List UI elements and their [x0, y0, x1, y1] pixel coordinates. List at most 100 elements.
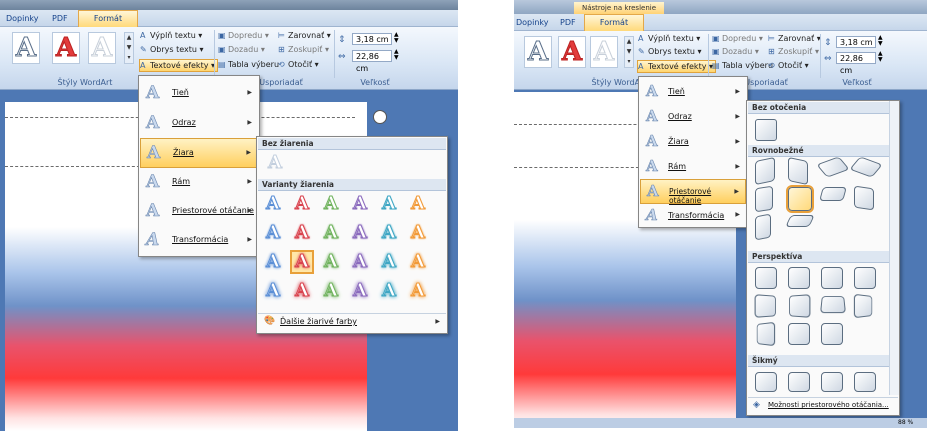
selection-pane-button[interactable]: ▤ Tabla výberu [712, 60, 773, 71]
text-outline-button[interactable]: ✎ Obrys textu ▾ [638, 46, 702, 57]
perspective-rotation-option[interactable] [821, 267, 843, 289]
tab-pdf[interactable]: PDF [560, 15, 576, 30]
perspective-rotation-option[interactable] [853, 293, 873, 319]
width-field[interactable]: 22,86 cm [352, 50, 392, 73]
height-field[interactable]: 3,18 cm [836, 36, 876, 48]
glow-variant-option[interactable]: A [379, 280, 399, 301]
glow-variant-option[interactable]: A [290, 250, 314, 274]
align-button[interactable]: ⊨ Zarovnať ▾ [768, 33, 821, 44]
glow-variant-option[interactable]: A [263, 280, 283, 301]
bring-forward-button[interactable]: ▣ Dopredu ▾ [218, 30, 269, 41]
text-effects-button[interactable]: A Textové efekty ▾ [139, 59, 218, 72]
glow-variant-option[interactable]: A [321, 280, 341, 301]
menu-item-transform[interactable]: A Transformácia ▶ [140, 226, 258, 254]
height-spinner-icon[interactable]: ▲ ▼ [878, 35, 883, 47]
rotate-button[interactable]: ⟲ Otočiť ▾ [768, 60, 809, 71]
text-fill-button[interactable]: A Výplň textu ▾ [638, 33, 700, 44]
glow-variant-option[interactable]: A [350, 251, 370, 272]
glow-variant-option[interactable]: A [263, 251, 283, 272]
rotation-options-button[interactable]: ◈ Možnosti priestorového otáčania... [748, 397, 898, 414]
glow-variant-option[interactable]: A [321, 251, 341, 272]
send-backward-button[interactable]: ▣ Dozadu ▾ [712, 46, 759, 57]
parallel-rotation-option[interactable] [816, 156, 850, 178]
menu-item-bevel[interactable]: A Rám ▶ [140, 168, 258, 196]
width-spinner-icon[interactable]: ▲ ▼ [878, 51, 883, 63]
glow-variant-option[interactable]: A [292, 193, 312, 214]
menu-item-3d-rotation[interactable]: A Priestorové otáčanie ▶ [140, 197, 258, 225]
glow-variant-option[interactable]: A [408, 280, 428, 301]
parallel-rotation-option[interactable] [755, 185, 773, 213]
width-spinner-icon[interactable]: ▲ ▼ [394, 49, 399, 61]
wordart-style-1[interactable]: A [12, 32, 40, 64]
menu-item-glow[interactable]: A Žiara ▶ [640, 130, 746, 153]
glow-variant-option[interactable]: A [350, 222, 370, 243]
zoom-level[interactable]: 88 % [898, 419, 913, 426]
menu-item-reflection[interactable]: A Odraz ▶ [140, 109, 258, 137]
wordart-gallery-scroll[interactable]: ▲ ▼ ▾ [624, 36, 634, 68]
perspective-rotation-option[interactable] [821, 323, 843, 345]
glow-variant-option[interactable]: A [350, 280, 370, 301]
glow-variant-option[interactable]: A [263, 193, 283, 214]
glow-variant-option[interactable]: A [379, 193, 399, 214]
height-spinner-icon[interactable]: ▲ ▼ [394, 32, 399, 44]
oblique-rotation-option[interactable] [788, 372, 810, 392]
height-field[interactable]: 3,18 cm [352, 33, 392, 45]
wordart-style-2[interactable]: A [558, 36, 586, 68]
glow-option-none[interactable]: A [265, 152, 285, 173]
text-outline-button[interactable]: ✎ Obrys textu ▾ [140, 44, 204, 55]
perspective-rotation-option[interactable] [756, 321, 776, 347]
wordart-gallery-scroll[interactable]: ▲ ▼ ▾ [124, 32, 134, 64]
group-button[interactable]: ⊞ Zoskupiť ▾ [768, 46, 819, 57]
send-backward-button[interactable]: ▣ Dozadu ▾ [218, 44, 265, 55]
tab-format[interactable]: Formát [78, 10, 138, 27]
gallery-scrollbar[interactable] [889, 101, 899, 395]
tab-dopinky[interactable]: Dopinky [516, 15, 549, 30]
glow-variant-option[interactable]: A [321, 222, 341, 243]
rotation-option-none[interactable] [755, 119, 777, 141]
parallel-rotation-option[interactable] [849, 156, 883, 178]
glow-variant-option[interactable]: A [292, 222, 312, 243]
perspective-rotation-option[interactable] [755, 267, 777, 289]
selection-pane-button[interactable]: ▤ Tabla výberu [218, 59, 279, 70]
glow-variant-option[interactable]: A [379, 222, 399, 243]
perspective-rotation-option[interactable] [788, 323, 810, 345]
menu-item-shadow[interactable]: A Tieň ▶ [140, 79, 258, 107]
parallel-rotation-option[interactable] [854, 185, 874, 211]
menu-item-reflection[interactable]: A Odraz ▶ [640, 105, 746, 128]
more-glow-colors[interactable]: 🎨 Ďalšie žiarivé farby ▶ [258, 313, 446, 330]
menu-item-shadow[interactable]: A Tieň ▶ [640, 80, 746, 103]
rotate-handle[interactable] [373, 110, 387, 124]
perspective-rotation-option[interactable] [789, 294, 811, 318]
wordart-style-3[interactable]: A [88, 32, 116, 64]
wordart-style-2[interactable]: A [52, 32, 80, 64]
menu-item-bevel[interactable]: A Rám ▶ [640, 155, 746, 178]
parallel-rotation-option[interactable] [755, 156, 775, 186]
glow-variant-option[interactable]: A [321, 193, 341, 214]
tab-format[interactable]: Formát [584, 14, 644, 31]
parallel-rotation-option[interactable] [785, 215, 815, 227]
text-fill-button[interactable]: A Výplň textu ▾ [140, 30, 202, 41]
wordart-style-1[interactable]: A [524, 36, 552, 68]
menu-item-glow[interactable]: A Žiara ▶ [140, 138, 258, 168]
perspective-rotation-option[interactable] [854, 267, 876, 289]
bring-forward-button[interactable]: ▣ Dopredu ▾ [712, 33, 763, 44]
glow-variant-option[interactable]: A [379, 251, 399, 272]
menu-item-3d-rotation[interactable]: A Priestorové otáčanie ▶ [640, 179, 746, 205]
group-button[interactable]: ⊞ Zoskupiť ▾ [278, 44, 329, 55]
glow-variant-option[interactable]: A [350, 193, 370, 214]
parallel-rotation-option[interactable] [786, 185, 814, 213]
glow-variant-option[interactable]: A [408, 222, 428, 243]
rotate-button[interactable]: ⟲ Otočiť ▾ [278, 59, 319, 70]
tab-dopinky[interactable]: Dopinky [6, 11, 39, 26]
oblique-rotation-option[interactable] [821, 372, 843, 392]
perspective-rotation-option[interactable] [819, 296, 847, 314]
glow-variant-option[interactable]: A [408, 251, 428, 272]
width-field[interactable]: 22,86 cm [836, 52, 876, 75]
glow-variant-option[interactable]: A [408, 193, 428, 214]
perspective-rotation-option[interactable] [788, 267, 810, 289]
glow-variant-option[interactable]: A [263, 222, 283, 243]
parallel-rotation-option[interactable] [755, 213, 771, 241]
oblique-rotation-option[interactable] [755, 372, 777, 392]
text-effects-button[interactable]: A Textové efekty ▾ [637, 60, 716, 73]
align-button[interactable]: ⊨ Zarovnať ▾ [278, 30, 331, 41]
